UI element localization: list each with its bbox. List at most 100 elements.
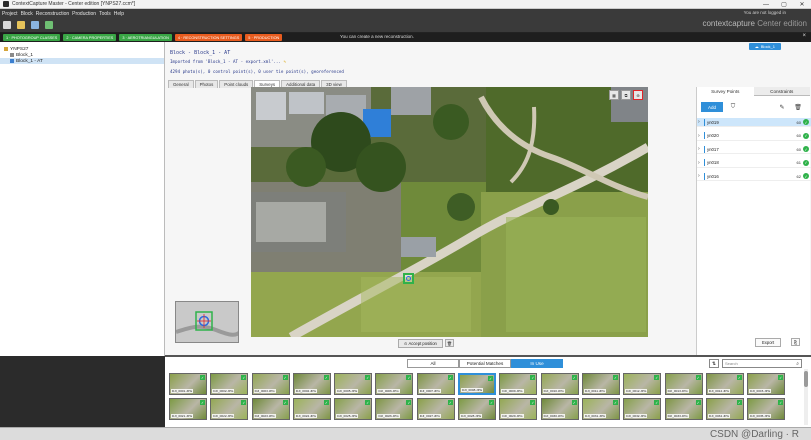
filter-all[interactable]: All — [407, 359, 459, 368]
photo-thumbnail[interactable]: DJI_0001.JPG ✓ — [169, 373, 207, 395]
photo-thumbnail[interactable]: DJI_0022.JPG ✓ — [210, 398, 249, 420]
photo-thumbnail[interactable]: DJI_0028.JPG ✓ — [458, 398, 497, 420]
edit-icon[interactable]: ✎ — [777, 102, 787, 112]
add-survey-point-button[interactable]: Add — [701, 102, 723, 112]
minimize-button[interactable]: — — [757, 0, 775, 9]
menu-reconstruction[interactable]: Reconstruction — [36, 11, 69, 17]
menu-project[interactable]: Project — [2, 11, 18, 17]
app-icon — [3, 1, 9, 7]
survey-tabs: Survey Points Constraints — [697, 87, 810, 96]
tree-block-at[interactable]: Block_1 - AT — [0, 58, 164, 64]
step-reconstruction-settings[interactable]: 4 · RECONSTRUCTION SETTINGS — [174, 34, 243, 41]
survey-point-marker[interactable] — [403, 273, 414, 284]
tab-general[interactable]: General — [168, 80, 194, 88]
new-project-icon[interactable] — [3, 21, 11, 29]
photo-thumbnail[interactable]: DJI_0009.JPG ✓ — [499, 373, 538, 395]
login-status[interactable]: You are not logged in — [744, 10, 786, 15]
photo-thumbnail[interactable]: DJI_0023.JPG ✓ — [251, 398, 290, 420]
photo-thumbnail[interactable]: DJI_0005.JPG ✓ — [334, 373, 373, 395]
survey-point-row[interactable]: › yn017 60 ✓ — [697, 145, 811, 154]
menu-tools[interactable]: Tools — [99, 11, 111, 17]
check-icon: ✓ — [654, 375, 660, 380]
tab-constraints[interactable]: Constraints — [753, 87, 810, 96]
photo-thumbnail[interactable]: DJI_0003.JPG ✓ — [251, 373, 290, 395]
photo-thumbnail[interactable]: DJI_0011.JPG ✓ — [581, 373, 620, 395]
filter-potential-matches[interactable]: Potential Matches — [459, 359, 511, 368]
maximize-button[interactable]: ▢ — [775, 0, 793, 9]
photo-thumbnail[interactable]: DJI_0012.JPG ✓ — [623, 373, 662, 395]
survey-point-row[interactable]: › yn019 60 ✓ — [697, 118, 811, 127]
photo-thumbnail[interactable]: DJI_0010.JPG ✓ — [540, 373, 579, 395]
photo-thumbnail[interactable]: DJI_0004.JPG ✓ — [292, 373, 331, 395]
accept-position-button[interactable]: ⊙ Accept position — [398, 339, 443, 348]
grid-icon[interactable]: ▦ — [609, 90, 619, 100]
monitor-icon[interactable] — [45, 21, 53, 29]
zoom-icon[interactable]: ⊕ — [633, 90, 643, 100]
close-notice-icon[interactable]: × — [802, 33, 806, 39]
photo-thumbnail[interactable]: DJI_0007.JPG ✓ — [416, 373, 455, 395]
survey-point-row[interactable]: › yn020 60 ✓ — [697, 132, 811, 141]
photo-thumbnail[interactable]: DJI_0024.JPG ✓ — [292, 398, 331, 420]
photo-thumbnail[interactable]: DJI_0030.JPG ✓ — [540, 398, 579, 420]
export-button[interactable]: Export — [755, 338, 782, 347]
survey-point-name: yn019 — [707, 119, 719, 125]
delete-icon[interactable]: 🗑 — [793, 102, 803, 112]
survey-point-row[interactable]: › yn018 61 ✓ — [697, 159, 811, 168]
photo-thumbnail[interactable]: DJI_0033.JPG ✓ — [664, 398, 703, 420]
photo-thumbnail[interactable]: DJI_0014.JPG ✓ — [705, 373, 744, 395]
tab-survey-points[interactable]: Survey Points — [697, 87, 754, 96]
cloud-link-button[interactable]: ☁ Block_1 — [748, 43, 781, 50]
step-aerotriangulation[interactable]: 3 · AEROTRIANGULATION — [119, 34, 172, 41]
delete-position-icon[interactable]: 🗑 — [444, 339, 454, 347]
photo-thumbnail[interactable]: DJI_0027.JPG ✓ — [416, 398, 455, 420]
tab-photos[interactable]: Photos — [194, 80, 219, 88]
step-photogroup-classes[interactable]: 1 · PHOTOGROUP CLASSES — [3, 34, 61, 41]
step-production[interactable]: 5 · PRODUCTION — [245, 34, 283, 41]
check-icon: ✓ — [736, 375, 742, 380]
window-title: ContextCapture Master - Center edition [… — [12, 1, 136, 7]
save-project-icon[interactable] — [31, 21, 39, 29]
photo-thumbnail[interactable]: DJI_0025.JPG ✓ — [334, 398, 373, 420]
photo-thumbnail[interactable]: DJI_0029.JPG ✓ — [499, 398, 538, 420]
clipboard-icon[interactable]: ⎘ — [791, 338, 800, 346]
sort-icon[interactable]: ⇅ — [709, 359, 719, 368]
menu-block[interactable]: Block — [21, 11, 33, 17]
accept-position-label: Accept position — [408, 341, 437, 346]
thumbnail-scrollbar[interactable] — [804, 369, 808, 425]
menu-production[interactable]: Production — [72, 11, 96, 17]
copy-icon[interactable]: ⧉ — [621, 90, 631, 100]
close-button[interactable]: ✕ — [793, 0, 811, 9]
check-icon: ✓ — [447, 375, 453, 380]
photo-thumbnail[interactable]: DJI_0021.JPG ✓ — [169, 398, 207, 420]
photo-thumbnail[interactable]: DJI_0034.JPG ✓ — [705, 398, 744, 420]
photo-thumbnail[interactable]: DJI_0013.JPG ✓ — [664, 373, 703, 395]
photo-thumbnail[interactable]: DJI_0008.JPG ✓ — [458, 373, 497, 395]
check-icon: ✓ — [241, 375, 247, 380]
check-icon: ✓ — [612, 400, 618, 405]
survey-toolbar: Add ⛉ ✎ 🗑 — [697, 101, 811, 113]
menu-help[interactable]: Help — [114, 11, 124, 17]
tab-point-clouds[interactable]: Point clouds — [219, 80, 254, 88]
photo-thumbnail[interactable]: DJI_0035.JPG ✓ — [747, 398, 786, 420]
photo-thumbnail[interactable]: DJI_0032.JPG ✓ — [623, 398, 662, 420]
photo-thumbnail[interactable]: DJI_0031.JPG ✓ — [581, 398, 620, 420]
photo-thumbnail[interactable]: DJI_0015.JPG ✓ — [747, 373, 786, 395]
filter-icon[interactable]: ⛉ — [728, 102, 738, 112]
photo-viewer[interactable]: ▦ ⧉ ⊕ — [251, 87, 648, 337]
filter-in-use[interactable]: In Use — [511, 359, 563, 368]
open-project-icon[interactable] — [17, 21, 25, 29]
check-icon: ✓ — [571, 400, 577, 405]
photo-thumbnail-label: DJI_0023.JPG — [253, 414, 276, 418]
photo-thumbnail[interactable]: DJI_0006.JPG ✓ — [375, 373, 414, 395]
photo-thumbnail-label: DJI_0022.JPG — [212, 414, 235, 418]
photo-thumbnail[interactable]: DJI_0002.JPG ✓ — [210, 373, 249, 395]
step-camera-properties[interactable]: 2 · CAMERA PROPERTIES — [63, 34, 117, 41]
minimap[interactable] — [175, 301, 239, 343]
edit-pencil-icon[interactable]: ✎ — [283, 59, 286, 64]
photo-search-input[interactable]: Search ⌕ — [722, 359, 802, 368]
photo-strip: All Potential Matches In Use ⇅ Search ⌕ … — [165, 357, 811, 427]
photo-thumbnail-label: DJI_0033.JPG — [666, 414, 689, 418]
photo-thumbnail[interactable]: DJI_0026.JPG ✓ — [375, 398, 414, 420]
survey-point-row[interactable]: › yn016 62 ✓ — [697, 172, 811, 181]
minimap-image — [176, 302, 238, 342]
